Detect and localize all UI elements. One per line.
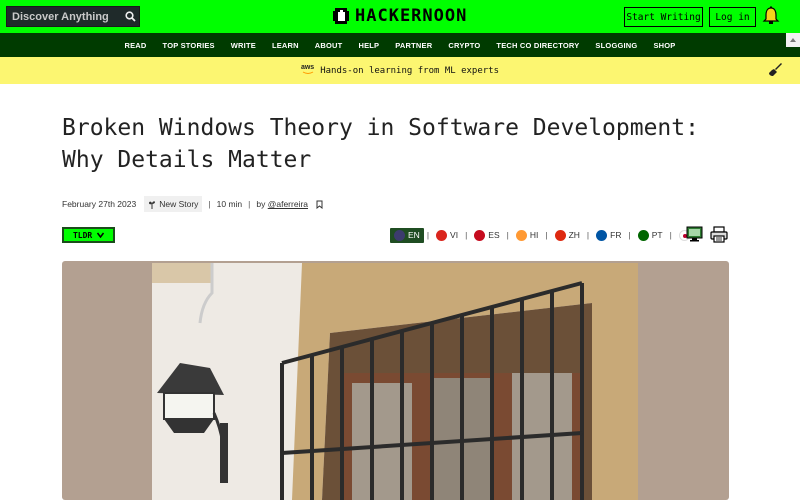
log-in-button[interactable]: Log in <box>709 7 756 27</box>
new-story-badge: New Story <box>144 196 203 212</box>
banner-text: Hands-on learning from ML experts <box>320 65 500 76</box>
flag-hi-icon <box>515 229 527 241</box>
bookmark-icon[interactable] <box>316 200 323 209</box>
lang-hi[interactable]: HI <box>512 228 543 243</box>
lang-zh-label: ZH <box>568 230 580 240</box>
lang-separator: | <box>545 230 548 240</box>
nav-write[interactable]: WRITE <box>231 41 256 50</box>
sprout-icon <box>149 200 156 209</box>
lang-separator: | <box>669 230 672 240</box>
lang-pt-label: PT <box>651 230 663 240</box>
nav-slogging[interactable]: SLOGGING <box>595 41 637 50</box>
lang-separator: | <box>628 230 631 240</box>
flag-en-icon <box>394 229 405 241</box>
lang-vi[interactable]: VI <box>432 228 462 243</box>
publish-date: February 27th 2023 <box>62 199 137 209</box>
main-nav: READ TOP STORIES WRITE LEARN ABOUT HELP … <box>0 33 800 57</box>
window-photo <box>152 263 638 500</box>
audio-player-icon[interactable] <box>686 226 703 242</box>
lang-en-label: EN <box>408 230 420 240</box>
flag-es-icon <box>474 229 486 241</box>
logo-icon <box>333 8 349 24</box>
aws-logo-text: aws <box>300 63 315 71</box>
new-story-label: New Story <box>159 199 199 209</box>
scroll-up-icon[interactable] <box>786 33 800 47</box>
lang-zh[interactable]: ZH <box>551 228 584 243</box>
nav-top-stories[interactable]: TOP STORIES <box>163 41 215 50</box>
tldr-label: TLDR <box>72 230 93 240</box>
search-box[interactable]: Discover Anything <box>6 6 140 27</box>
lang-es-label: ES <box>488 230 500 240</box>
aws-logo: aws <box>300 63 315 77</box>
nav-read[interactable]: READ <box>124 41 146 50</box>
nav-tech-co-directory[interactable]: TECH CO DIRECTORY <box>496 41 579 50</box>
logo-text: HACKERNOON <box>355 6 468 26</box>
article-title: Broken Windows Theory in Software Develo… <box>62 115 699 173</box>
meta-separator: | <box>208 199 211 209</box>
flag-zh-icon <box>554 229 566 241</box>
lang-en[interactable]: EN <box>390 227 424 243</box>
lang-pt[interactable]: PT <box>634 228 667 243</box>
print-icon[interactable] <box>710 226 728 243</box>
nav-learn[interactable]: LEARN <box>272 41 299 50</box>
read-time: 10 min <box>216 199 243 209</box>
start-writing-button[interactable]: Start Writing <box>624 7 703 27</box>
lang-fr-label: FR <box>610 230 622 240</box>
bell-icon[interactable] <box>762 6 780 26</box>
flag-fr-icon <box>596 229 608 241</box>
meta-separator: | <box>248 199 251 209</box>
lang-separator: | <box>465 230 468 240</box>
nav-help[interactable]: HELP <box>358 41 379 50</box>
lang-es[interactable]: ES <box>470 228 503 243</box>
search-icon[interactable] <box>121 8 139 26</box>
lang-hi-label: HI <box>529 230 539 240</box>
nav-crypto[interactable]: CRYPTO <box>448 41 480 50</box>
hackernoon-logo[interactable]: HACKERNOON <box>331 5 467 27</box>
nav-about[interactable]: ABOUT <box>315 41 343 50</box>
tldr-button[interactable]: TLDR <box>62 227 115 243</box>
author-link[interactable]: @aferreira <box>268 199 308 209</box>
by-label: by <box>256 199 266 209</box>
paint-brush-icon[interactable] <box>768 62 782 76</box>
lang-separator: | <box>426 230 430 240</box>
language-switcher: EN | VI | ES | HI | ZH | FR | PT | JA <box>390 226 707 244</box>
nav-shop[interactable]: SHOP <box>653 41 675 50</box>
lang-vi-label: VI <box>450 230 459 240</box>
lang-separator: | <box>586 230 590 240</box>
top-bar: Discover Anything HACKERNOON Start Writi… <box>0 0 800 33</box>
search-input[interactable]: Discover Anything <box>7 11 121 23</box>
flag-vi-icon <box>436 229 448 241</box>
flag-pt-icon <box>637 229 649 241</box>
promo-banner[interactable]: aws Hands-on learning from ML experts <box>0 57 800 84</box>
lang-fr[interactable]: FR <box>592 228 625 243</box>
hero-image <box>62 261 729 500</box>
article-meta: February 27th 2023 New Story | 10 min | … <box>62 196 323 212</box>
lang-separator: | <box>506 230 509 240</box>
nav-partner[interactable]: PARTNER <box>395 41 432 50</box>
chevron-down-icon <box>97 232 105 238</box>
